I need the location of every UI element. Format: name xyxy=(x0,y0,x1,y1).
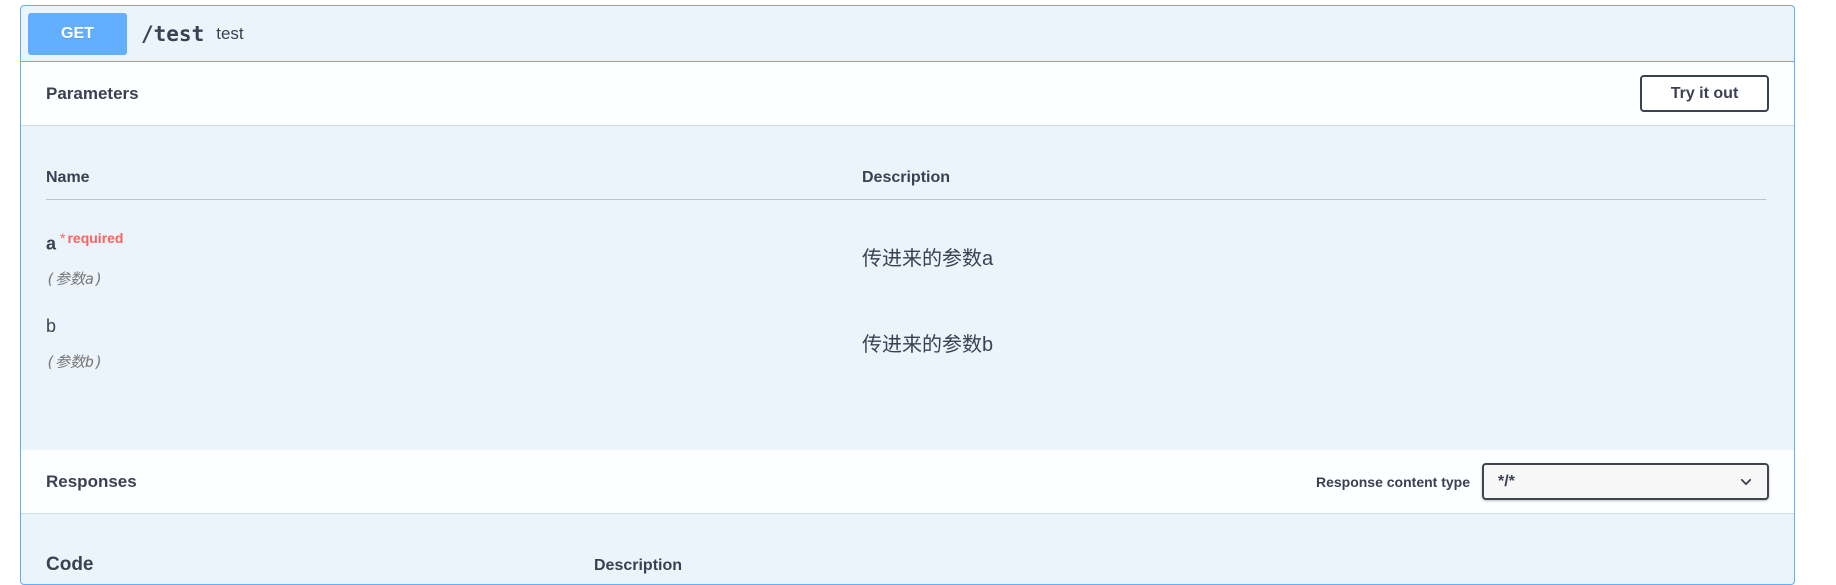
required-star: * xyxy=(60,230,66,246)
parameters-table-header: Name Description xyxy=(46,166,1766,200)
parameter-row-b: b (参数b) 传进来的参数b xyxy=(46,316,1766,372)
operation-summary[interactable]: GET /test test xyxy=(21,6,1794,62)
parameter-description: 传进来的参数a xyxy=(862,248,994,270)
responses-header: Responses Response content type */* xyxy=(21,450,1794,514)
column-header-response-description: Description xyxy=(594,557,683,574)
response-content-type-label: Response content type xyxy=(1315,473,1470,490)
parameter-description: 传进来的参数b xyxy=(862,334,994,356)
parameters-table: Name Description a * required (参数a) 传进来的参数… xyxy=(21,126,1794,450)
response-content-type-value: */* xyxy=(1498,472,1515,490)
parameter-name: b xyxy=(46,316,57,336)
operation-block-get-test: GET /test test Parameters Try it out Nam… xyxy=(20,5,1795,585)
parameter-row-a: a * required (参数a) 传进来的参数a xyxy=(46,230,1766,289)
chevron-down-icon xyxy=(1740,478,1752,485)
parameters-title: Parameters xyxy=(46,83,139,103)
operation-summary-text: test xyxy=(216,23,244,43)
try-it-out-button[interactable]: Try it out xyxy=(1640,75,1769,112)
parameters-header: Parameters Try it out xyxy=(21,62,1794,126)
http-method-badge: GET xyxy=(28,12,127,55)
operation-path: /test xyxy=(141,21,205,46)
column-header-name: Name xyxy=(46,169,90,186)
responses-title: Responses xyxy=(46,471,137,491)
column-header-description: Description xyxy=(862,169,951,186)
response-content-type-select[interactable]: */* xyxy=(1482,463,1769,500)
parameter-in: (参数a) xyxy=(46,270,104,289)
parameter-name: a xyxy=(46,233,57,254)
responses-table: Code Description xyxy=(21,514,1794,584)
response-content-type: Response content type */* xyxy=(1316,463,1769,500)
required-label: required xyxy=(67,230,124,246)
